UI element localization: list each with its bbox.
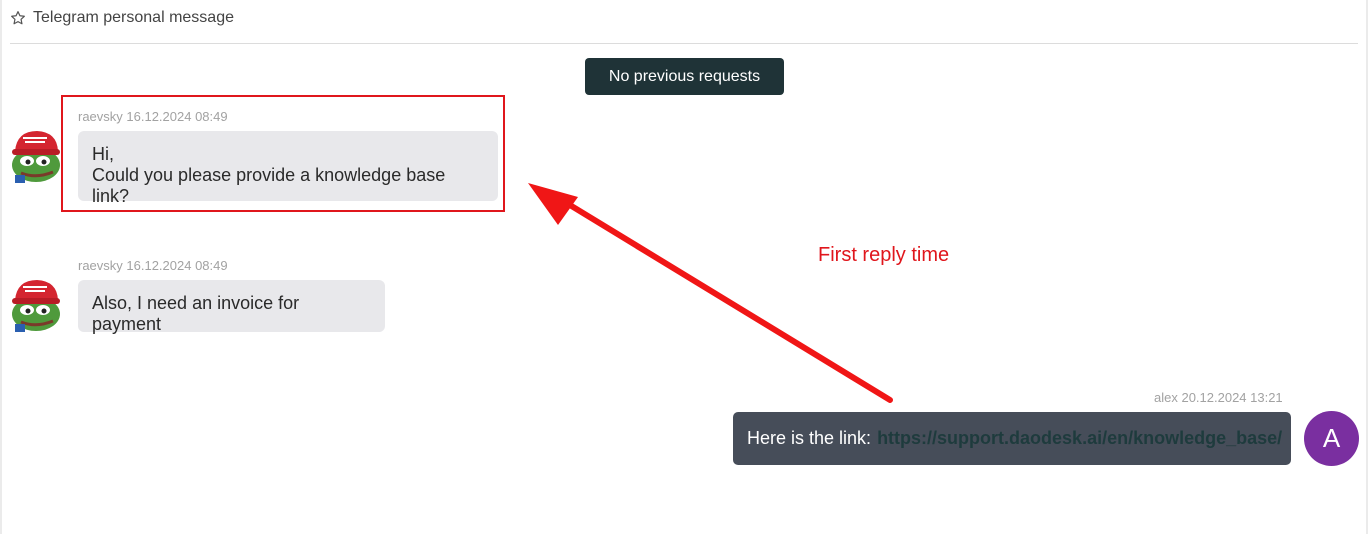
header-divider xyxy=(10,43,1358,44)
chat-title: Telegram personal message xyxy=(33,9,234,26)
message-line: Also, I need an invoice for payment xyxy=(92,293,300,334)
chat-header: Telegram personal message xyxy=(10,6,234,30)
user-avatar-raevsky xyxy=(12,131,60,183)
message-meta: raevsky 16.12.2024 08:49 xyxy=(78,258,228,273)
reply-text: Here is the link: xyxy=(747,428,872,448)
user-avatar-raevsky xyxy=(12,280,60,332)
no-previous-requests-button[interactable]: No previous requests xyxy=(585,58,784,95)
agent-avatar: A xyxy=(1304,411,1359,466)
left-border xyxy=(0,0,2,534)
annotation-highlight-box xyxy=(61,95,505,212)
outgoing-message-bubble: Here is the link: https://support.daodes… xyxy=(733,412,1291,465)
knowledge-base-link[interactable]: https://support.daodesk.ai/en/knowledge_… xyxy=(877,428,1282,449)
reply-meta: alex 20.12.2024 13:21 xyxy=(1154,390,1283,405)
incoming-message-bubble: Also, I need an invoice for payment xyxy=(78,280,385,334)
star-outline-icon[interactable] xyxy=(10,10,26,26)
annotation-arrow xyxy=(528,183,893,403)
